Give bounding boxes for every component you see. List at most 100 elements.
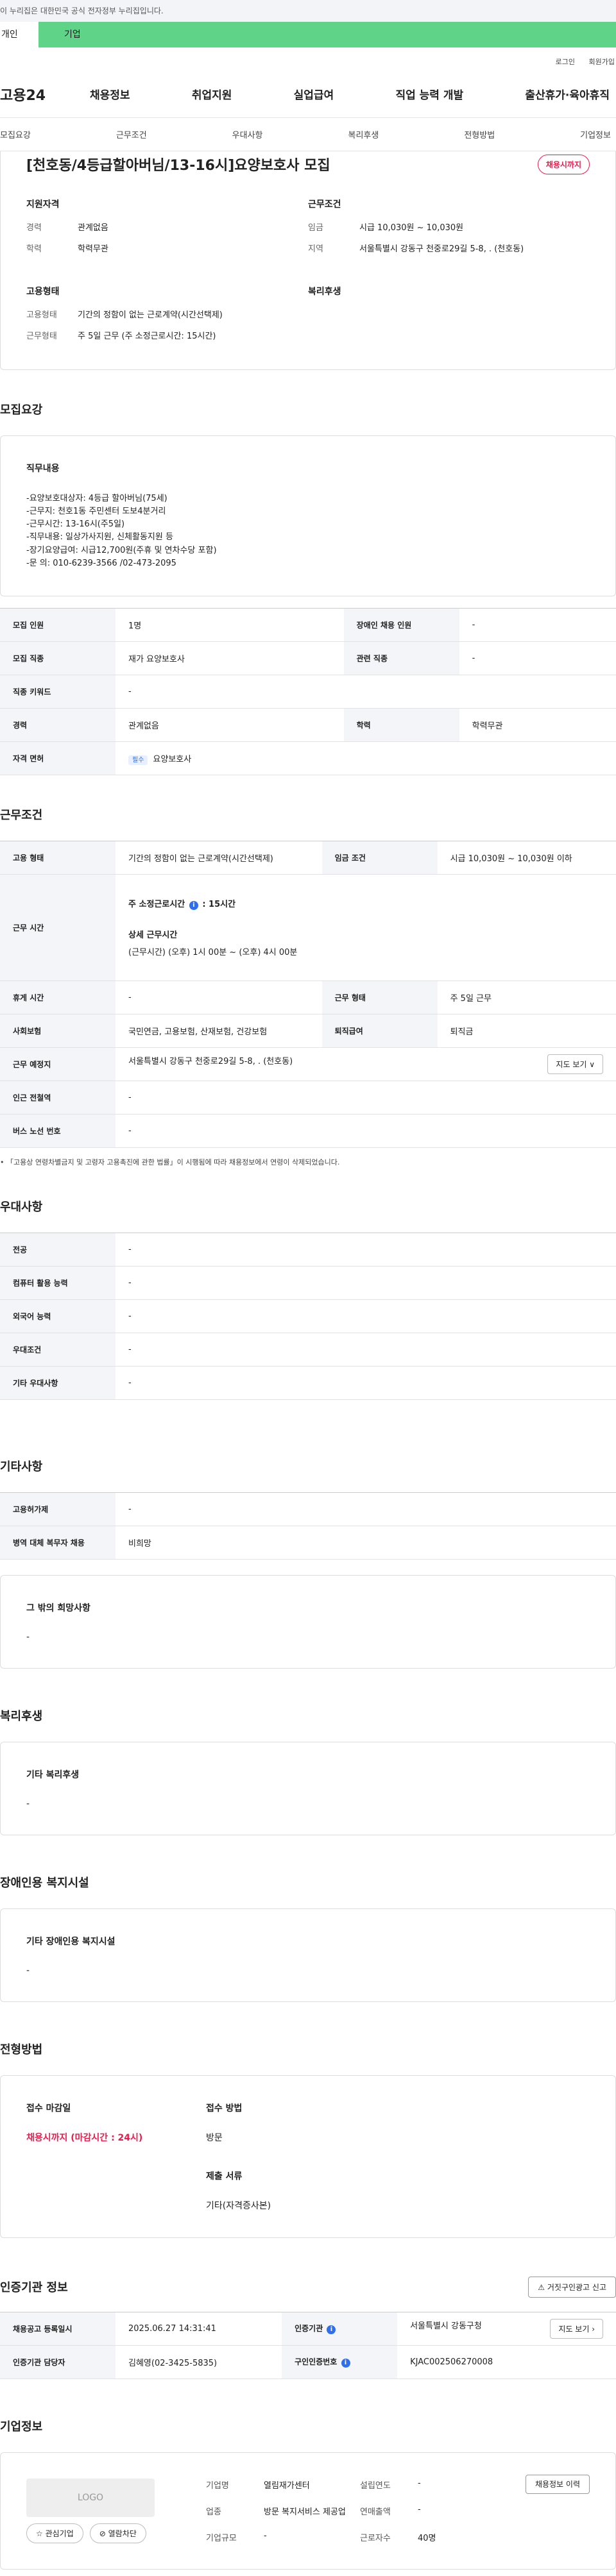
table-row: 휴게 시간 - 근무 형태 주 5일 근무 [0,981,616,1014]
table-row: 근무 시간 주 소정근로시간 i : 15시간 상세 근무시간 (근무시간) (… [0,874,616,981]
table-row: 직종 키워드 - [0,675,616,709]
table-row: 병역 대체 복무자 채용 비희망 [0,1526,616,1560]
table-row: 기타 우대사항 - [0,1366,616,1400]
table-row: 채용공고 등록일시 2025.06.27 14:31:41 인증기관 i 서울특별… [0,2312,616,2346]
deadline-badge: 채용시까지 [537,154,590,174]
deadline-value: 채용시까지 (마감시간 : 24시) [26,2132,143,2143]
table-key: 구인인증번호 i [282,2345,398,2379]
disabled-fac-title: 장애인용 복지시설 [0,1876,89,1890]
agency-map-button[interactable]: 지도 보기 › [550,2318,603,2339]
emp-key: 근무형태 [26,332,57,341]
method-block: 접수 방법 방문 제출 서류 기타(자격증사본) [206,2101,590,2212]
screen-title: 전형방법 [0,2042,43,2057]
table-key: 사회보험 [0,1014,116,1048]
map-button[interactable]: 지도 보기 ∨ [547,1054,603,1074]
recruit-title: 모집요강 [0,403,43,417]
table-key: 직종 키워드 [0,675,116,709]
tab-pref[interactable]: 우대사항 [232,128,263,140]
org-cell: 서울특별시 강동구청 지도 보기 › [397,2312,616,2346]
info-icon[interactable]: i [341,2359,350,2368]
hours-main-label: 주 소정근로시간 [128,900,185,910]
other-wish-title: 그 밖의 희망사항 [26,1603,90,1613]
place-cell: 서울특별시 강동구 천중로29길 5-8, . (천호동) 지도 보기 ∨ [116,1047,616,1081]
table-row: 근무 예정지 서울특별시 강동구 천중로29길 5-8, . (천호동) 지도 보… [0,1047,616,1081]
tab-screen[interactable]: 전형방법 [464,128,495,140]
table-row: 전공 - [0,1233,616,1267]
num-key: 구인인증번호 [295,2357,338,2367]
report-button[interactable]: ⚠ 거짓구인광고 신고 [528,2276,616,2298]
table-value: - [116,1114,616,1148]
license-value: 요양보호사 [153,754,192,764]
tab-corp[interactable]: 기업 [38,22,616,47]
other-wish-card: 그 밖의 희망사항 - [0,1574,616,1669]
table-row: 경력 관계없음 학력 학력무관 [0,708,616,742]
table-value: 2025.06.27 14:31:41 [116,2312,282,2346]
tab-corp-info[interactable]: 기업정보 [580,128,611,140]
corp-card: LOGO ☆ 관심기업 ⊘ 열람차단 기업명 열림재가센터 설립연도 - 업종 방문 … [0,2452,616,2570]
table-key: 외국어 능력 [0,1299,116,1333]
pref-title: 우대사항 [0,1200,43,1214]
hours-cell: 주 소정근로시간 i : 15시간 상세 근무시간 (근무시간) (오후) 1시… [116,874,616,981]
corp-logo: LOGO [26,2478,155,2517]
place-value: 서울특별시 강동구 천중로29길 5-8, . (천호동) [128,1056,293,1066]
docs-value: 기타(자격증사본) [206,2200,271,2211]
qual-block: 지원자격 경력 관계없음 학력 학력무관 [26,198,308,263]
welfare-block: 복리후생 [308,285,590,350]
hours-detail: (근무시간) (오후) 1시 00분 ~ (오후) 4시 00분 [128,948,298,958]
fav-corp-label: 관심기업 [45,2529,74,2538]
gnb-item-jobs[interactable]: 채용정보 [90,86,130,102]
table-key: 경력 [0,708,116,742]
etc-title: 기타사항 [0,1460,43,1474]
history-button[interactable]: 채용정보 이력 [525,2474,590,2494]
welfare-card: 기타 복리후생 - [0,1741,616,1835]
table-key: 인근 전철역 [0,1081,116,1115]
gnb-item-support[interactable]: 취업지원 [192,86,232,102]
login-link[interactable]: 로그인 [556,58,575,66]
table-key: 컴퓨터 활용 능력 [0,1266,116,1300]
table-key: 우대조건 [0,1333,116,1367]
emp-value: 기간의 정함이 없는 근로계약(시간선택제) [78,310,223,320]
site-logo[interactable]: 고용24 [0,84,90,105]
cond-value: 서울특별시 강동구 천중로29길 5-8, . (천호동) [359,244,524,254]
agency-table: 채용공고 등록일시 2025.06.27 14:31:41 인증기관 i 서울특별… [0,2311,616,2379]
util-links: 로그인 회원가입 [0,47,616,71]
fav-corp-button[interactable]: ☆ 관심기업 [26,2523,83,2543]
table-value: - [116,1081,616,1115]
table-value: - [116,1266,616,1300]
table-value: 관계없음 [116,708,344,742]
method-key: 접수 방법 [206,2103,243,2114]
etc-table: 고용허가제 - 병역 대체 복무자 채용 비희망 [0,1492,616,1560]
info-icon[interactable]: i [189,901,198,911]
emp-key: 고용형태 [26,310,57,320]
corp-logo-block: LOGO ☆ 관심기업 ⊘ 열람차단 [26,2478,155,2543]
job-title: [천호동/4등급할아버님/13-16시]요양보호사 모집 [26,158,330,174]
gnb-item-leave[interactable]: 출산휴가·육아휴직 [525,86,610,102]
table-key: 모집 직종 [0,641,116,675]
cond-title: 근무조건 [308,199,341,210]
corp-value: 방문 복지서비스 제공업 [264,2507,346,2517]
table-value: 비희망 [116,1526,616,1560]
gnb-item-benefit[interactable]: 실업급여 [294,86,334,102]
table-row: 모집 인원 1명 장애인 채용 인원 - [0,608,616,642]
global-nav: 고용24 채용정보 취업지원 실업급여 직업 능력 개발 출산휴가·육아휴직 [0,71,616,118]
disabled-fac-box-value: - [26,1965,30,1976]
table-value: 시급 10,030원 ~ 10,030원 이하 [437,841,616,875]
hours-detail-title: 상세 근무시간 [128,930,178,941]
table-key: 버스 노선 번호 [0,1114,116,1148]
tab-welfare[interactable]: 복리후생 [348,128,379,140]
emp-value: 주 5일 근무 (주 소정근로시간: 15시간) [78,332,216,341]
summary-card: [천호동/4등급할아버님/13-16시]요양보호사 모집 채용시까지 지원자격 … [0,151,616,370]
org-value: 서울특별시 강동구청 [410,2321,482,2331]
tab-recruit[interactable]: 모집요강 [0,128,31,140]
table-key: 전공 [0,1233,116,1267]
tab-work[interactable]: 근무조건 [116,128,147,140]
qual-key: 학력 [26,244,42,254]
hours-main-value: : 15시간 [202,900,236,910]
gnb-item-training[interactable]: 직업 능력 개발 [395,86,463,102]
welfare-section-title: 복리후생 [0,1709,43,1723]
block-view-button[interactable]: ⊘ 열람차단 [89,2523,146,2543]
table-key: 채용공고 등록일시 [0,2312,116,2346]
join-link[interactable]: 회원가입 [589,58,615,66]
tab-person[interactable]: 개인 [0,22,38,47]
info-icon[interactable]: i [327,2325,336,2335]
